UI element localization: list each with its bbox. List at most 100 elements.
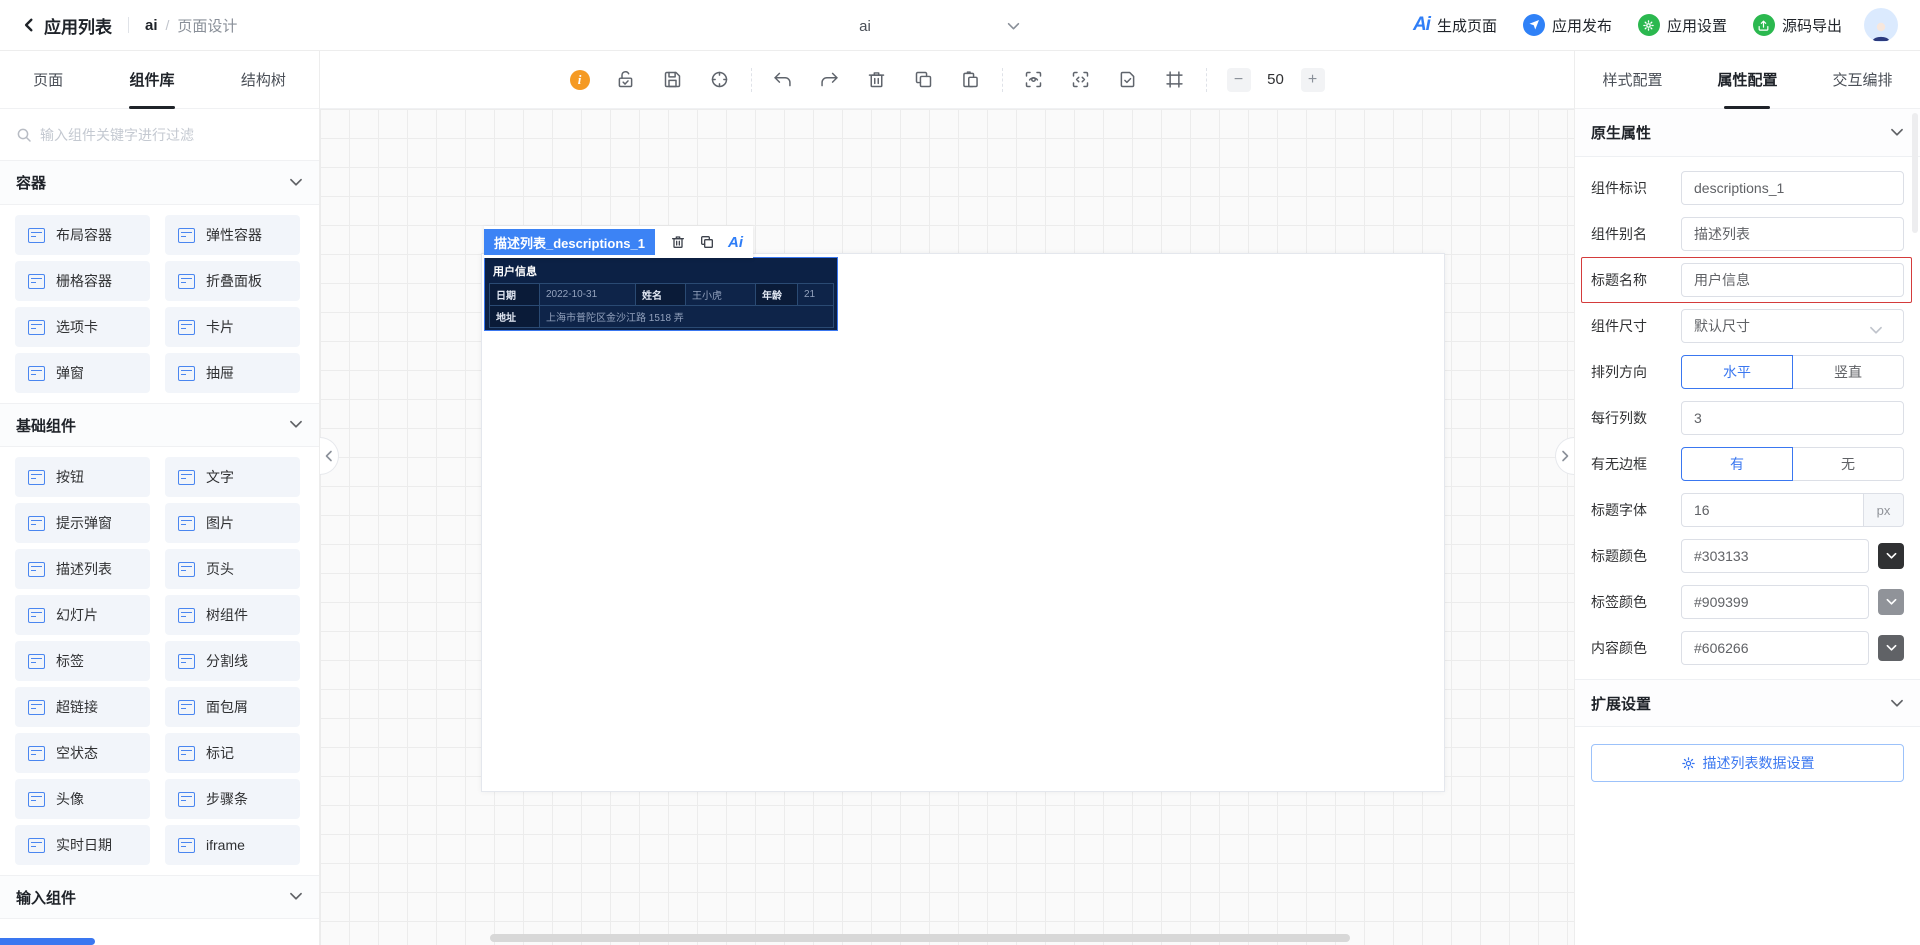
component-item-avatar[interactable]: 头像: [15, 779, 150, 819]
field-input-7[interactable]: [1694, 502, 1851, 518]
component-item-collapse-panel[interactable]: 折叠面板: [165, 261, 300, 301]
component-item-tabs[interactable]: 选项卡: [15, 307, 150, 347]
component-label: 幻灯片: [56, 607, 98, 623]
component-item-steps[interactable]: 步骤条: [165, 779, 300, 819]
segment-option-1[interactable]: 无: [1792, 447, 1904, 481]
left-tab-2[interactable]: 结构树: [241, 51, 286, 109]
component-item-tree[interactable]: 树组件: [165, 595, 300, 635]
component-item-datetime[interactable]: 实时日期: [15, 825, 150, 865]
component-item-image[interactable]: 图片: [165, 503, 300, 543]
component-item-grid-container[interactable]: 栅格容器: [15, 261, 150, 301]
field-select-3[interactable]: 默认尺寸: [1681, 309, 1904, 343]
component-item-text[interactable]: 文字: [165, 457, 300, 497]
segment-option-0[interactable]: 水平: [1681, 355, 1793, 389]
right-panel-scrollbar[interactable]: [1912, 113, 1918, 233]
unlock-button[interactable]: [615, 69, 637, 91]
copy-button[interactable]: [913, 69, 935, 91]
back-button[interactable]: 应用列表: [22, 13, 112, 38]
target-button[interactable]: [709, 69, 731, 91]
paste-button[interactable]: [960, 69, 982, 91]
delete-component-icon[interactable]: [670, 234, 686, 250]
component-sections: 容器布局容器 弹性容器栅格容器 折叠面板 选项卡 卡片 弹窗 抽屉基础组件按钮 文字 提示弹窗 图…: [0, 161, 319, 919]
component-item-descriptions[interactable]: 描述列表: [15, 549, 150, 589]
selected-component-badge[interactable]: 描述列表_descriptions_1: [484, 229, 655, 255]
component-item-carousel[interactable]: 幻灯片: [15, 595, 150, 635]
header-action-export[interactable]: 源码导出: [1752, 14, 1842, 36]
component-item-drawer[interactable]: 抽屉: [165, 353, 300, 393]
desc-label-cell: 姓名: [635, 283, 686, 306]
component-label: 弹性容器: [206, 227, 262, 243]
breadcrumb-app[interactable]: ai: [145, 17, 158, 34]
section-header-2[interactable]: 输入组件: [0, 875, 319, 919]
collapse-right-panel-handle[interactable]: [1555, 437, 1574, 475]
right-tab-0[interactable]: 样式配置: [1602, 51, 1662, 109]
field-label: 组件标识: [1591, 180, 1647, 196]
copy-component-icon[interactable]: [699, 234, 715, 250]
component-item-hyperlink[interactable]: 超链接: [15, 687, 150, 727]
preview-button[interactable]: [1023, 69, 1045, 91]
frame-button[interactable]: [1164, 69, 1186, 91]
component-item-breadcrumb[interactable]: 面包屑: [165, 687, 300, 727]
info-icon[interactable]: i: [569, 69, 590, 90]
component-item-iframe[interactable]: iframe: [165, 825, 300, 865]
field-input-10[interactable]: [1694, 640, 1856, 656]
component-item-dialog[interactable]: 弹窗: [15, 353, 150, 393]
component-item-card[interactable]: 卡片: [165, 307, 300, 347]
delete-button[interactable]: [866, 69, 888, 91]
color-swatch-button[interactable]: [1878, 543, 1904, 569]
save-button[interactable]: [662, 69, 684, 91]
left-tab-1[interactable]: 组件库: [129, 51, 174, 109]
properties-scroll: 原生属性 组件标识组件别名标题名称组件尺寸 默认尺寸排列方向 水平竖直每行列数有无边…: [1575, 109, 1920, 945]
field-input-5[interactable]: [1694, 410, 1891, 426]
component-item-button[interactable]: 按钮: [15, 457, 150, 497]
component-item-mark[interactable]: 标记: [165, 733, 300, 773]
redo-button[interactable]: [819, 69, 841, 91]
page-scrollbar-thumb[interactable]: [0, 938, 95, 945]
descriptions-component[interactable]: 用户信息 日期 2022-10-31 姓名 王小虎 年龄 21 地址 上海市普陀区金沙江路 1…: [484, 257, 838, 331]
dialog-icon: [28, 365, 45, 381]
validate-button[interactable]: [1117, 69, 1139, 91]
component-item-tag[interactable]: 标签: [15, 641, 150, 681]
ai-edit-icon[interactable]: Ai: [728, 234, 743, 251]
component-item-empty-state[interactable]: 空状态: [15, 733, 150, 773]
zoom-value: 50: [1267, 71, 1284, 88]
header-action-settings[interactable]: 应用设置: [1637, 14, 1727, 36]
collapse-left-panel-handle[interactable]: [320, 437, 339, 475]
header-action-publish[interactable]: 应用发布: [1522, 14, 1612, 36]
native-props-section-header[interactable]: 原生属性: [1575, 109, 1920, 157]
color-swatch-button[interactable]: [1878, 635, 1904, 661]
section-header-1[interactable]: 基础组件: [0, 403, 319, 447]
avatar[interactable]: [1864, 8, 1898, 42]
zoom-in-button[interactable]: +: [1300, 67, 1325, 92]
extend-section-header[interactable]: 扩展设置: [1575, 679, 1920, 727]
right-tab-2[interactable]: 交互编排: [1832, 51, 1892, 109]
field-input-0[interactable]: [1694, 180, 1891, 196]
publish-icon: [1522, 14, 1545, 36]
component-item-page-header[interactable]: 页头: [165, 549, 300, 589]
code-view-button[interactable]: [1070, 69, 1092, 91]
right-tab-1[interactable]: 属性配置: [1717, 51, 1777, 109]
segment-option-0[interactable]: 有: [1681, 447, 1793, 481]
left-tab-0[interactable]: 页面: [33, 51, 63, 109]
section-header-0[interactable]: 容器: [0, 161, 319, 205]
component-item-alert-dialog[interactable]: 提示弹窗: [15, 503, 150, 543]
component-item-layout-container[interactable]: 布局容器: [15, 215, 150, 255]
color-swatch-button[interactable]: [1878, 589, 1904, 615]
section-title: 输入组件: [16, 889, 77, 907]
artboard-page[interactable]: [481, 253, 1445, 792]
descriptions-data-settings-button[interactable]: 描述列表数据设置: [1591, 744, 1904, 782]
header-action-ai-logo[interactable]: Ai 生成页面: [1413, 14, 1497, 36]
page-select[interactable]: ai: [700, 8, 1030, 44]
component-label: 头像: [56, 791, 84, 807]
component-item-flex-container[interactable]: 弹性容器: [165, 215, 300, 255]
undo-button[interactable]: [772, 69, 794, 91]
field-input-8[interactable]: [1694, 548, 1856, 564]
field-input-1[interactable]: [1694, 226, 1891, 242]
field-input-9[interactable]: [1694, 594, 1856, 610]
zoom-out-button[interactable]: −: [1226, 67, 1251, 92]
component-item-divider[interactable]: 分割线: [165, 641, 300, 681]
segment-option-1[interactable]: 竖直: [1792, 355, 1904, 389]
component-search-input[interactable]: [40, 126, 303, 143]
field-input-2[interactable]: [1694, 272, 1891, 288]
design-canvas[interactable]: 描述列表_descriptions_1 Ai 用户信息 日期 2022-10-31…: [320, 109, 1574, 945]
